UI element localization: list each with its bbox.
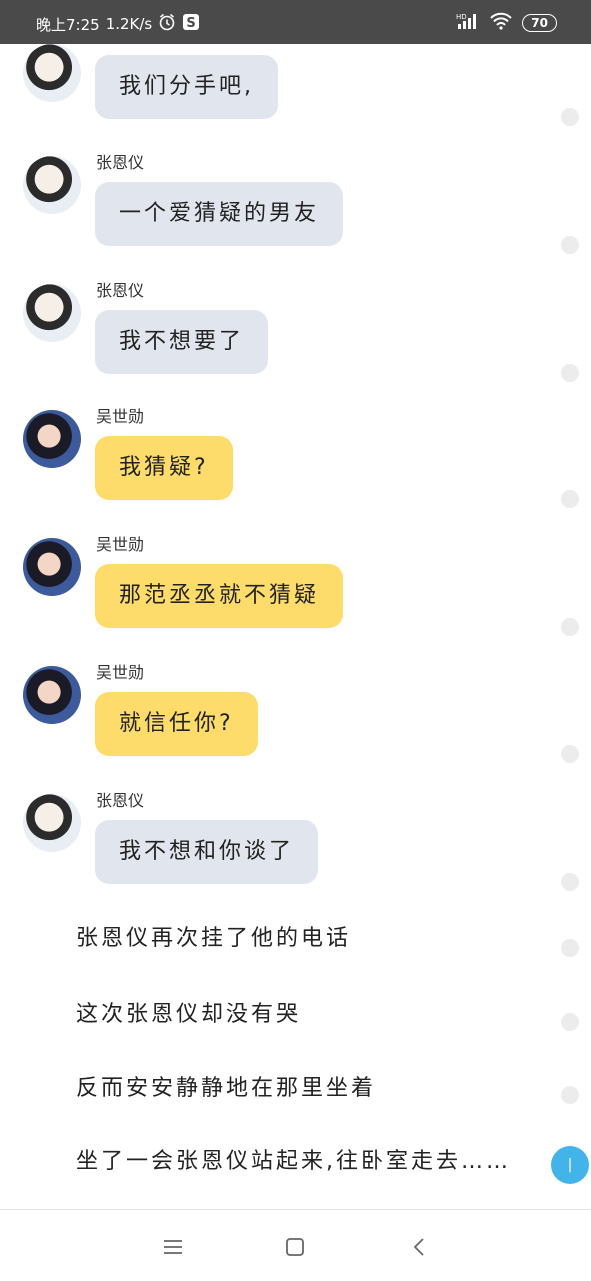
avatar[interactable] bbox=[23, 794, 81, 852]
floating-action-button[interactable]: | bbox=[551, 1146, 589, 1184]
comment-dot[interactable] bbox=[561, 364, 579, 382]
narration-paragraph: 张恩仪再次挂了他的电话 bbox=[76, 926, 352, 951]
wifi-icon bbox=[490, 12, 513, 34]
status-left: 晚上7:25 1.2K/s S bbox=[36, 13, 200, 35]
avatar[interactable] bbox=[23, 538, 81, 596]
comment-dot[interactable] bbox=[561, 236, 579, 254]
sender-name: 张恩仪 bbox=[96, 791, 145, 810]
navigation-bar bbox=[0, 1209, 591, 1281]
home-icon[interactable] bbox=[280, 1232, 310, 1262]
clock: 晚上7:25 bbox=[36, 15, 100, 34]
sender-name: 张恩仪 bbox=[96, 281, 145, 300]
narration-paragraph: 坐了一会张恩仪站起来,往卧室走去…… bbox=[76, 1149, 511, 1174]
status-bar: 晚上7:25 1.2K/s S HD 70 bbox=[0, 0, 591, 44]
message-bubble[interactable]: 我们分手吧, bbox=[95, 55, 278, 119]
back-icon[interactable] bbox=[404, 1232, 434, 1262]
avatar[interactable] bbox=[23, 44, 81, 102]
message-bubble[interactable]: 我猜疑? bbox=[95, 436, 233, 500]
narration-paragraph: 这次张恩仪却没有哭 bbox=[76, 1002, 302, 1027]
comment-dot[interactable] bbox=[561, 490, 579, 508]
status-right: HD 70 bbox=[456, 12, 557, 34]
message-bubble[interactable]: 一个爱猜疑的男友 bbox=[95, 182, 344, 246]
menu-icon[interactable] bbox=[158, 1232, 188, 1262]
avatar[interactable] bbox=[23, 284, 81, 342]
sender-name: 吴世勋 bbox=[96, 535, 145, 554]
comment-dot[interactable] bbox=[561, 618, 579, 636]
sender-name: 张恩仪 bbox=[96, 153, 145, 172]
alarm-icon bbox=[158, 13, 176, 35]
comment-dot[interactable] bbox=[561, 939, 579, 957]
svg-text:S: S bbox=[187, 16, 196, 31]
network-speed: 1.2K/s bbox=[105, 15, 153, 33]
message-bubble[interactable]: 我不想和你谈了 bbox=[95, 820, 319, 884]
comment-dot[interactable] bbox=[561, 745, 579, 763]
svg-text:HD: HD bbox=[456, 13, 467, 21]
sender-name: 吴世勋 bbox=[96, 663, 145, 682]
narration-paragraph: 反而安安静静地在那里坐着 bbox=[76, 1076, 377, 1101]
battery-indicator: 70 bbox=[522, 14, 557, 32]
message-bubble[interactable]: 那范丞丞就不猜疑 bbox=[95, 564, 344, 628]
message-bubble[interactable]: 就信任你? bbox=[95, 692, 258, 756]
avatar[interactable] bbox=[23, 156, 81, 214]
message-bubble[interactable]: 我不想要了 bbox=[95, 310, 269, 374]
comment-dot[interactable] bbox=[561, 1013, 579, 1031]
comment-dot[interactable] bbox=[561, 1086, 579, 1104]
avatar[interactable] bbox=[23, 410, 81, 468]
avatar[interactable] bbox=[23, 666, 81, 724]
comment-dot[interactable] bbox=[561, 108, 579, 126]
comment-dot[interactable] bbox=[561, 873, 579, 891]
sender-name: 吴世勋 bbox=[96, 407, 145, 426]
signal-icon: HD bbox=[456, 12, 480, 34]
app-s-icon: S bbox=[182, 13, 200, 35]
